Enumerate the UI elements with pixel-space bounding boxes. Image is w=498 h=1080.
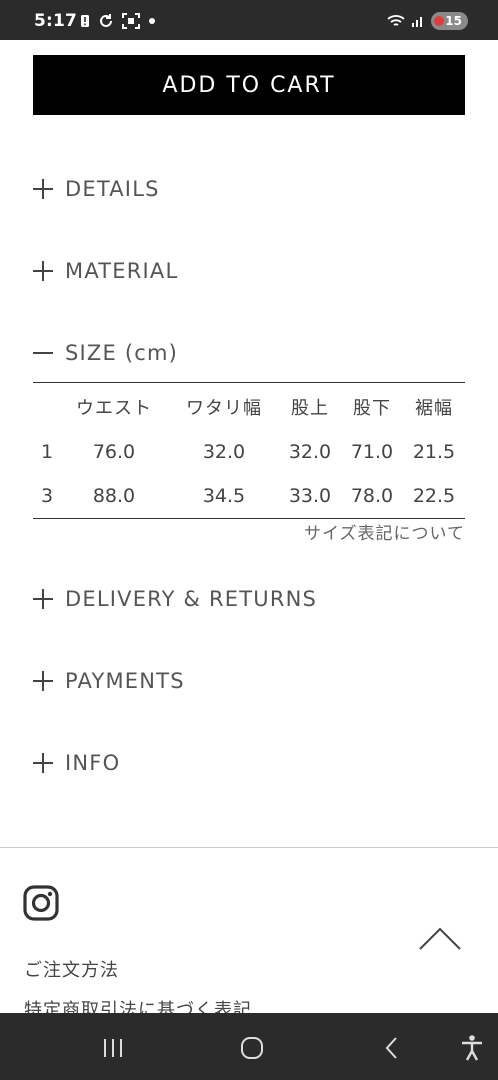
size-table-container: ウエスト ワタリ幅 股上 股下 裾幅 1 76.0 32.0 32.0 71.0… <box>33 382 465 519</box>
table-header-cell: 股下 <box>353 397 391 419</box>
accessibility-icon[interactable] <box>457 1033 487 1063</box>
system-nav-bar <box>0 1013 498 1080</box>
sim-alert-icon <box>81 15 89 27</box>
table-header-row: ウエスト ワタリ幅 股上 股下 裾幅 <box>33 383 465 430</box>
table-cell: 88.0 <box>92 485 136 507</box>
dot-icon <box>149 18 155 24</box>
table-header-cell: 裾幅 <box>415 397 453 419</box>
screenshot-icon <box>122 13 140 29</box>
accordion-payments[interactable]: PAYMENTS <box>33 661 465 701</box>
accordion-delivery-label: DELIVERY & RETURNS <box>65 587 318 611</box>
accordion-details-label: DETAILS <box>65 177 160 201</box>
accordion-material-label: MATERIAL <box>65 259 179 283</box>
accordion-payments-label: PAYMENTS <box>65 669 185 693</box>
accordion-size[interactable]: SIZE (cm) <box>33 333 465 373</box>
home-icon[interactable] <box>237 1033 267 1063</box>
recent-apps-icon[interactable] <box>98 1033 128 1063</box>
back-icon[interactable] <box>377 1033 407 1063</box>
table-cell: 22.5 <box>412 485 456 507</box>
wifi-icon <box>387 15 405 26</box>
table-cell: 33.0 <box>288 485 332 507</box>
table-header-cell: ウエスト <box>76 397 152 419</box>
status-icons-left <box>80 13 156 29</box>
accordion-material[interactable]: MATERIAL <box>33 251 465 291</box>
accordion-details[interactable]: DETAILS <box>33 169 465 209</box>
plus-icon <box>33 670 55 692</box>
table-cell: 21.5 <box>412 441 456 463</box>
table-cell: 71.0 <box>350 441 394 463</box>
table-cell: 3 <box>41 485 54 507</box>
size-table: ウエスト ワタリ幅 股上 股下 裾幅 1 76.0 32.0 32.0 71.0… <box>33 383 465 518</box>
accordion-delivery-returns[interactable]: DELIVERY & RETURNS <box>33 579 465 619</box>
chevron-up-icon[interactable] <box>418 925 462 953</box>
minus-icon <box>33 342 55 364</box>
size-notation-link[interactable]: サイズ表記について <box>304 519 465 544</box>
battery-icon: 15 <box>431 12 468 30</box>
signal-icon <box>412 17 423 27</box>
accordion-info-label: INFO <box>65 751 121 775</box>
table-row: 1 76.0 32.0 32.0 71.0 21.5 <box>33 430 465 474</box>
accordion-size-label: SIZE (cm) <box>65 341 179 365</box>
instagram-icon[interactable] <box>23 885 59 921</box>
table-cell: 76.0 <box>92 441 136 463</box>
table-header-cell: 股上 <box>291 397 329 419</box>
status-time: 5:17 <box>34 11 78 31</box>
table-cell: 1 <box>41 441 54 463</box>
table-header-cell: ワタリ幅 <box>186 397 262 419</box>
footer-link-order-method[interactable]: ご注文方法 <box>24 956 119 982</box>
table-header-cell <box>33 383 59 430</box>
plus-icon <box>33 260 55 282</box>
plus-icon <box>33 178 55 200</box>
accordion-info[interactable]: INFO <box>33 743 465 783</box>
plus-icon <box>33 588 55 610</box>
status-icons-right: 15 <box>387 12 468 30</box>
table-cell: 32.0 <box>288 441 332 463</box>
plus-icon <box>33 752 55 774</box>
footer-divider <box>0 847 498 848</box>
status-bar: 5:17 15 <box>0 0 498 40</box>
table-cell: 34.5 <box>202 485 246 507</box>
table-cell: 78.0 <box>350 485 394 507</box>
sync-icon <box>100 14 112 27</box>
table-row: 3 88.0 34.5 33.0 78.0 22.5 <box>33 474 465 518</box>
table-cell: 32.0 <box>202 441 246 463</box>
add-to-cart-button[interactable]: ADD TO CART <box>33 55 465 115</box>
